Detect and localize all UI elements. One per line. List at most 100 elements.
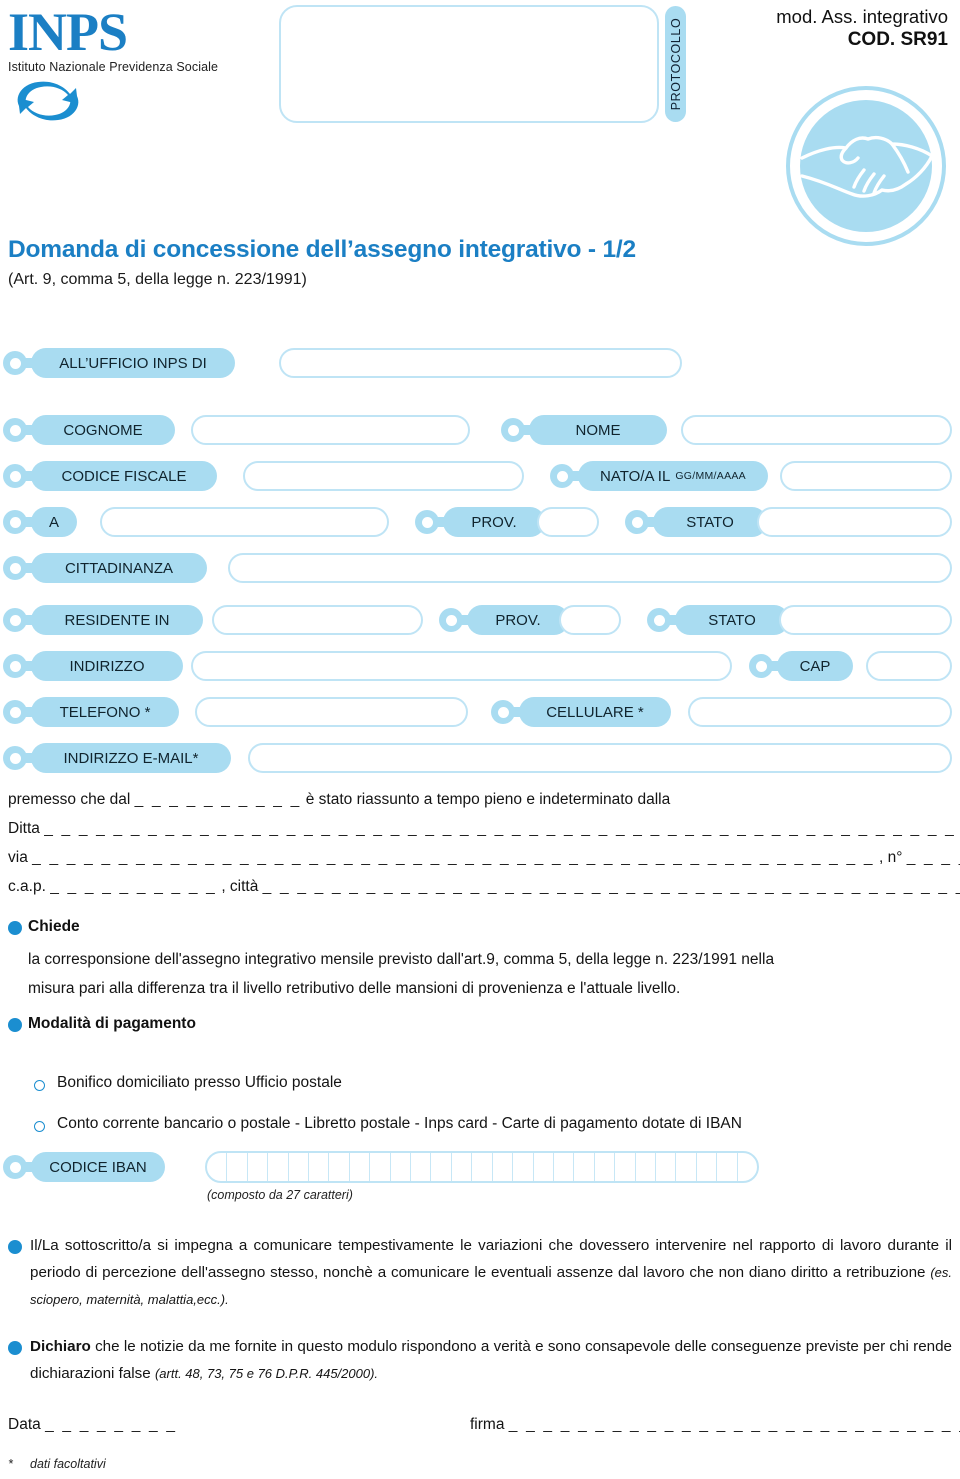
data-blank[interactable]: _ _ _ _ _ _ _ _ — [45, 1416, 177, 1433]
input-stato-residenza[interactable] — [779, 605, 952, 635]
tag-neck — [22, 707, 36, 717]
footnote-text: dati facoltativi — [30, 1457, 106, 1471]
input-cellulare[interactable] — [688, 697, 952, 727]
label-cittadinanza: CITTADINANZA — [3, 553, 207, 583]
iban-cell[interactable] — [554, 1153, 575, 1181]
tag-neck — [22, 563, 36, 573]
firma-field-group: firma _ _ _ _ _ _ _ _ _ _ _ _ _ _ _ _ _ … — [470, 1414, 960, 1435]
label-stato-nascita-text: STATO — [686, 513, 734, 531]
page-title: Domanda di concessione dell’assegno inte… — [8, 236, 636, 263]
premessa-line4-blank[interactable]: _ _ _ _ _ _ _ _ _ _ — [50, 878, 217, 895]
iban-cell[interactable] — [431, 1153, 452, 1181]
footnote-star: * — [8, 1457, 13, 1471]
iban-cell[interactable] — [268, 1153, 289, 1181]
input-a[interactable] — [100, 507, 389, 537]
protocollo-input-box[interactable] — [279, 5, 659, 123]
iban-cell[interactable] — [595, 1153, 616, 1181]
premessa-line-4: c.a.p. _ _ _ _ _ _ _ _ _ _ , città _ _ _… — [8, 876, 960, 897]
radio-bonifico-postale[interactable] — [34, 1080, 45, 1091]
tag-neck — [569, 471, 583, 481]
iban-cell[interactable] — [636, 1153, 656, 1181]
label-a-text: A — [48, 513, 59, 531]
premessa-line1-b: è stato riassunto a tempo pieno e indete… — [305, 791, 671, 808]
input-codice-iban[interactable] — [205, 1151, 759, 1183]
page-subtitle: (Art. 9, comma 5, della legge n. 223/199… — [8, 271, 307, 288]
chiede-body-line-1: la corresponsione dell'assegno integrati… — [28, 951, 775, 968]
iban-cell[interactable] — [309, 1153, 330, 1181]
iban-cell[interactable] — [329, 1153, 350, 1181]
protocollo-label-tag: PROTOCOLLO — [665, 6, 686, 122]
label-indirizzo: INDIRIZZO — [3, 651, 183, 681]
iban-cell[interactable] — [717, 1153, 738, 1181]
inps-logo: INPS Istituto Nazionale Previdenza Socia… — [8, 5, 268, 129]
premessa-line3-blank2[interactable]: _ _ _ _ _ _ _ _ _ _ _ _ _ — [907, 849, 960, 866]
iban-cell[interactable] — [513, 1153, 534, 1181]
iban-cell[interactable] — [493, 1153, 514, 1181]
input-cognome[interactable] — [191, 415, 470, 445]
tag-neck — [520, 425, 534, 435]
tag-neck — [434, 517, 448, 527]
premessa-line3-blank[interactable]: _ _ _ _ _ _ _ _ _ _ _ _ _ _ _ _ _ _ _ _ … — [32, 849, 875, 866]
module-name-text: mod. Ass. integrativo — [776, 6, 948, 27]
input-cittadinanza[interactable] — [228, 553, 952, 583]
option-bonifico-postale-label[interactable]: Bonifico domiciliato presso Ufficio post… — [57, 1074, 342, 1092]
iban-cell[interactable] — [615, 1153, 636, 1181]
iban-cell[interactable] — [656, 1153, 677, 1181]
radio-conto-corrente[interactable] — [34, 1121, 45, 1132]
premessa-line4-blank2[interactable]: _ _ _ _ _ _ _ _ _ _ _ _ _ _ _ _ _ _ _ _ … — [263, 878, 960, 895]
label-ufficio-inps: ALL’UFFICIO INPS DI — [3, 348, 235, 378]
tag-neck — [22, 517, 36, 527]
inps-subtitle: Istituto Nazionale Previdenza Sociale — [8, 60, 219, 74]
iban-cell[interactable] — [452, 1153, 473, 1181]
premessa-line4-a: c.a.p. — [8, 878, 46, 895]
label-ufficio-inps-text: ALL’UFFICIO INPS DI — [59, 354, 207, 372]
input-ufficio-inps[interactable] — [279, 348, 682, 378]
firma-blank[interactable]: _ _ _ _ _ _ _ _ _ _ _ _ _ _ _ _ _ _ _ _ … — [509, 1416, 960, 1433]
label-stato-nascita: STATO — [625, 507, 767, 537]
label-nato-il: NATO/A IL GG/MM/AAAA — [550, 461, 768, 491]
premessa-line1-blank[interactable]: _ _ _ _ _ _ _ _ _ _ — [135, 791, 302, 808]
protocollo-label-text: PROTOCOLLO — [668, 17, 683, 111]
input-prov-nascita[interactable] — [537, 507, 599, 537]
input-email[interactable] — [248, 743, 952, 773]
inps-swirl-icon — [8, 76, 268, 129]
chiede-heading: Chiede — [28, 918, 80, 935]
label-telefono-text: TELEFONO * — [59, 703, 151, 721]
label-codice-iban: CODICE IBAN — [3, 1152, 165, 1182]
iban-cell[interactable] — [391, 1153, 412, 1181]
input-residente-in[interactable] — [212, 605, 423, 635]
iban-cell[interactable] — [207, 1153, 228, 1181]
iban-cell[interactable] — [227, 1153, 248, 1181]
tag-neck — [22, 753, 36, 763]
premessa-line2-blank[interactable]: _ _ _ _ _ _ _ _ _ _ _ _ _ _ _ _ _ _ _ _ … — [44, 820, 960, 837]
label-cittadinanza-text: CITTADINANZA — [64, 559, 174, 577]
iban-cell[interactable] — [472, 1153, 493, 1181]
iban-cell[interactable] — [534, 1153, 554, 1181]
input-nato-il[interactable] — [780, 461, 952, 491]
iban-cell[interactable] — [289, 1153, 310, 1181]
input-prov-residenza[interactable] — [559, 605, 621, 635]
iban-cell[interactable] — [697, 1153, 718, 1181]
input-nome[interactable] — [681, 415, 952, 445]
label-cap-text: CAP — [799, 657, 831, 675]
input-indirizzo[interactable] — [191, 651, 732, 681]
module-code-text: COD. SR91 — [847, 29, 948, 50]
label-residente-in-text: RESIDENTE IN — [64, 611, 170, 629]
input-telefono[interactable] — [195, 697, 468, 727]
iban-cell[interactable] — [738, 1153, 757, 1181]
input-cap[interactable] — [866, 651, 952, 681]
label-nato-il-format: GG/MM/AAAA — [675, 470, 746, 482]
iban-cell[interactable] — [574, 1153, 595, 1181]
input-stato-nascita[interactable] — [757, 507, 952, 537]
iban-cell[interactable] — [370, 1153, 391, 1181]
iban-cell[interactable] — [676, 1153, 697, 1181]
input-codice-fiscale[interactable] — [243, 461, 524, 491]
data-label: Data — [8, 1416, 41, 1433]
iban-cell[interactable] — [411, 1153, 432, 1181]
label-cellulare: CELLULARE * — [491, 697, 671, 727]
iban-cell[interactable] — [248, 1153, 269, 1181]
impegno-text: Il/La sottoscritto/a si impegna a comuni… — [30, 1237, 952, 1281]
iban-cell[interactable] — [350, 1153, 371, 1181]
option-conto-corrente-label[interactable]: Conto corrente bancario o postale - Libr… — [57, 1115, 742, 1133]
label-email: INDIRIZZO E-MAIL* — [3, 743, 231, 773]
